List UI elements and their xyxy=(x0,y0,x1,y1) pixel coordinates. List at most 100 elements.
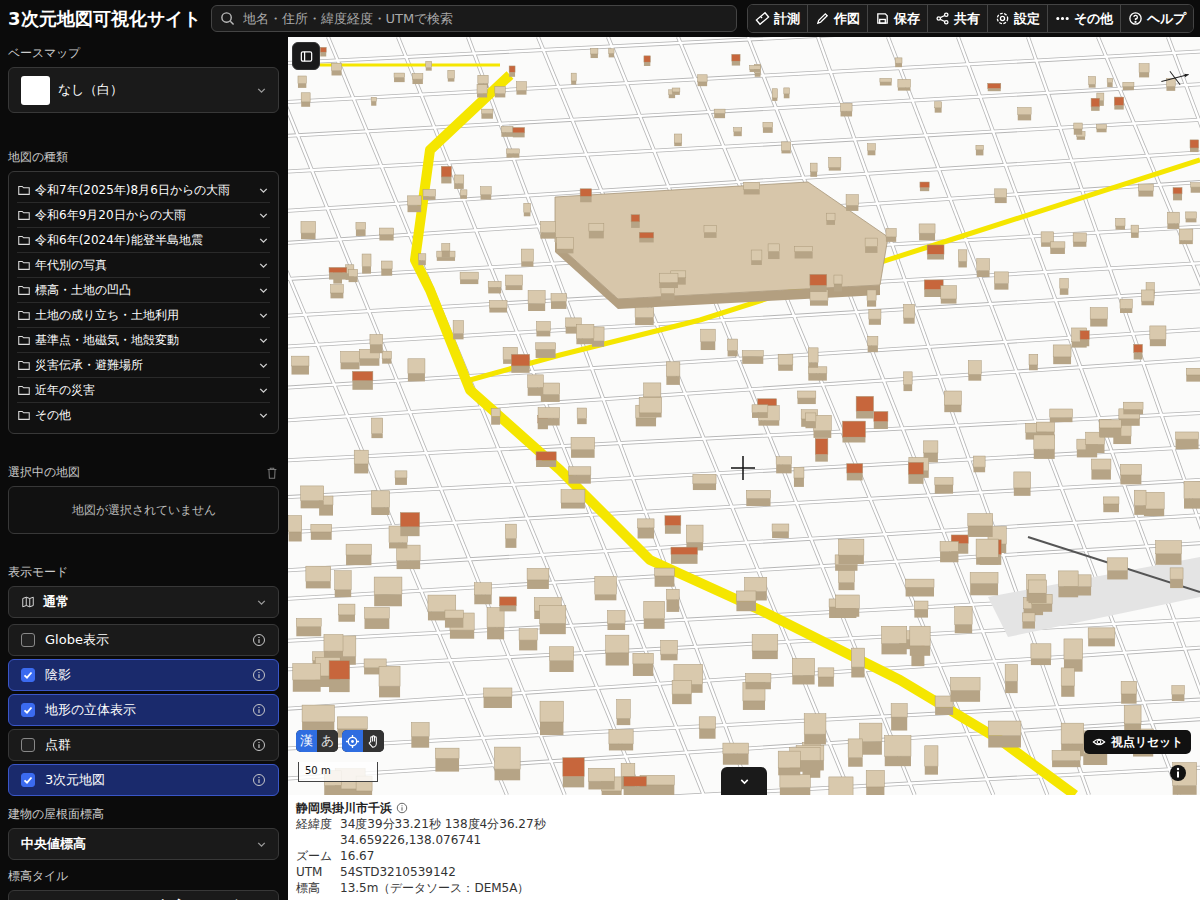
building xyxy=(798,391,816,404)
building xyxy=(1156,541,1182,565)
display-mode-select[interactable]: 通常 xyxy=(8,586,279,618)
map-type-folder[interactable]: 基準点・地磁気・地殻変動 xyxy=(17,328,270,353)
toolbar-button[interactable]: その他 xyxy=(1047,5,1120,32)
reset-view-button[interactable]: 視点リセット xyxy=(1084,730,1191,754)
elevation-tile-select[interactable]: DEM5A（5mメッシュ標高・レーザ xyxy=(8,890,279,900)
building xyxy=(808,348,818,368)
chevron-icon xyxy=(257,359,270,372)
search-input[interactable] xyxy=(241,10,728,27)
crosshair-icon xyxy=(731,456,755,480)
toolbar-button[interactable]: 設定 xyxy=(987,5,1047,32)
attribution-info-icon[interactable] xyxy=(1169,764,1187,782)
map-type-folder[interactable]: 近年の災害 xyxy=(17,378,270,403)
toolbar-button[interactable]: 計測 xyxy=(748,5,807,32)
building xyxy=(780,774,810,795)
section-label: 建物の屋根面標高 xyxy=(8,806,279,823)
map-type-folder[interactable]: 土地の成り立ち・土地利用 xyxy=(17,303,270,328)
search-field[interactable] xyxy=(211,5,737,32)
section-label: 地図の種類 xyxy=(8,149,279,166)
route-line[interactable] xyxy=(320,64,500,67)
info-collapse-button[interactable] xyxy=(721,767,767,795)
building xyxy=(903,304,914,323)
building xyxy=(661,640,678,660)
building xyxy=(976,145,984,155)
toolbar-button[interactable]: 作図 xyxy=(807,5,867,32)
info-row: 標高13.5m（データソース：DEM5A） xyxy=(296,880,1192,896)
route-line[interactable] xyxy=(415,75,1075,795)
map-view[interactable]: 漢あ50 m視点リセット xyxy=(288,37,1200,795)
info-icon[interactable] xyxy=(396,802,408,814)
info-icon[interactable] xyxy=(252,633,266,647)
map-tool-button[interactable] xyxy=(363,730,384,752)
map-type-folder[interactable]: 令和7年(2025年)8月6日からの大雨 xyxy=(17,178,270,203)
map-type-folder[interactable]: 令和6年(2024年)能登半島地震 xyxy=(17,228,270,253)
trash-icon[interactable] xyxy=(265,466,279,480)
map-type-folder[interactable]: 災害伝承・避難場所 xyxy=(17,353,270,378)
building xyxy=(1089,77,1096,88)
map-type-folder[interactable]: 令和6年9月20日からの大雨 xyxy=(17,203,270,228)
building xyxy=(426,61,432,70)
label-toggle[interactable]: 漢 xyxy=(296,730,317,752)
compass-icon[interactable] xyxy=(1158,67,1192,89)
building xyxy=(810,163,817,177)
building xyxy=(940,541,958,562)
map-type-folder[interactable]: その他 xyxy=(17,403,270,427)
sidebar-toggle-button[interactable] xyxy=(292,42,320,70)
toolbar-button[interactable]: 共有 xyxy=(927,5,987,32)
checkbox[interactable] xyxy=(21,773,35,787)
roof-select[interactable]: 中央値標高 xyxy=(8,828,279,860)
map-type-list: 令和7年(2025年)8月6日からの大雨令和6年9月20日からの大雨令和6年(2… xyxy=(8,171,279,434)
building xyxy=(293,664,321,692)
info-icon[interactable] xyxy=(252,703,266,717)
checkbox[interactable] xyxy=(21,738,35,752)
building xyxy=(509,66,515,77)
building xyxy=(576,324,594,344)
building xyxy=(301,221,316,239)
building xyxy=(752,635,778,660)
building xyxy=(346,544,371,565)
building xyxy=(908,462,923,483)
building xyxy=(454,175,464,189)
option-row[interactable]: 地形の立体表示 xyxy=(8,694,279,726)
building xyxy=(1103,497,1119,512)
option-row[interactable]: Globe表示 xyxy=(8,624,279,656)
building xyxy=(638,519,654,539)
building xyxy=(686,525,703,550)
building xyxy=(868,144,876,156)
building xyxy=(1050,409,1073,422)
building xyxy=(1115,218,1125,229)
map-tool-button[interactable] xyxy=(342,730,363,752)
map-type-folder[interactable]: 年代別の写真 xyxy=(17,253,270,278)
info-icon[interactable] xyxy=(252,738,266,752)
building xyxy=(869,309,881,325)
option-row[interactable]: 点群 xyxy=(8,729,279,761)
building xyxy=(335,571,351,597)
building xyxy=(1053,345,1071,364)
building xyxy=(1050,242,1065,254)
checkbox[interactable] xyxy=(21,633,35,647)
roads xyxy=(288,37,1200,795)
building xyxy=(941,286,957,304)
info-icon[interactable] xyxy=(252,668,266,682)
label-toggle[interactable]: あ xyxy=(317,730,338,752)
building xyxy=(1097,125,1107,133)
toolbar-button[interactable]: 保存 xyxy=(867,5,927,32)
building xyxy=(988,83,1001,91)
toolbar-button[interactable]: ヘルプ xyxy=(1120,5,1193,32)
map-type-folder[interactable]: 標高・土地の凹凸 xyxy=(17,278,270,303)
option-row[interactable]: 陰影 xyxy=(8,659,279,691)
building xyxy=(617,699,631,725)
building xyxy=(591,48,598,58)
info-icon[interactable] xyxy=(252,773,266,787)
basemap-select[interactable]: なし（白） xyxy=(8,67,279,113)
building xyxy=(1091,98,1099,111)
building xyxy=(1060,279,1069,295)
route-line[interactable] xyxy=(470,160,1200,380)
option-row[interactable]: 3次元地図 xyxy=(8,764,279,796)
building xyxy=(976,539,998,565)
checkbox[interactable] xyxy=(21,703,35,717)
building xyxy=(910,626,930,656)
building xyxy=(699,717,715,739)
checkbox[interactable] xyxy=(21,668,35,682)
map-canvas[interactable] xyxy=(288,37,1200,795)
